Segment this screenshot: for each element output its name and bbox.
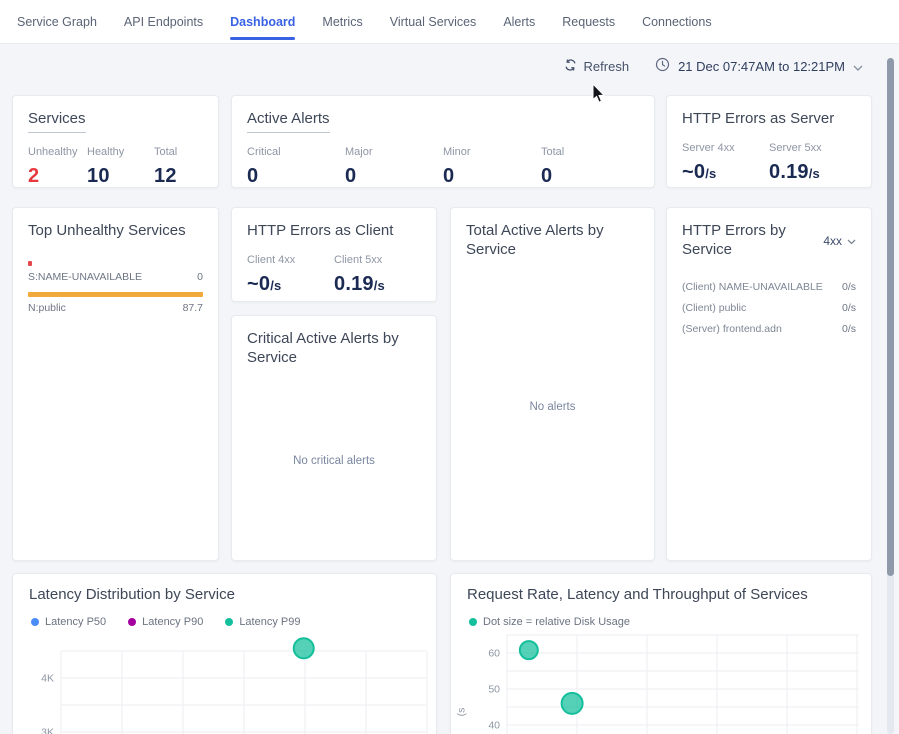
request-rate-card: Request Rate, Latency and Throughput of … — [450, 573, 872, 734]
scrollbar-thumb[interactable] — [887, 58, 894, 576]
http-errors-client-title: HTTP Errors as Client — [247, 222, 421, 241]
active-alerts-card-title[interactable]: Active Alerts — [247, 110, 330, 133]
stat-unhealthy: Unhealthy 2 — [28, 146, 87, 188]
request-chart-canvas: 60 50 40 — [451, 629, 873, 734]
stat-healthy: Healthy 10 — [87, 146, 154, 188]
table-row[interactable]: (Server) frontend.adn 0/s — [682, 319, 856, 340]
request-chart-title: Request Rate, Latency and Throughput of … — [451, 586, 871, 603]
clock-icon — [655, 57, 670, 75]
time-range-label: 21 Dec 07:47AM to 12:21PM — [678, 59, 845, 74]
y-axis-tick: 3K — [41, 727, 54, 734]
tab-service-graph[interactable]: Service Graph — [17, 0, 97, 43]
top-navigation: Service Graph API Endpoints Dashboard Me… — [0, 0, 899, 44]
legend-dot-icon — [31, 618, 39, 626]
tab-metrics[interactable]: Metrics — [322, 0, 362, 43]
http-errors-server-card: HTTP Errors as Server Server 4xx ~0/s Se… — [666, 95, 872, 188]
stat-critical: Critical 0 — [247, 146, 345, 188]
y-axis-tick: 40 — [488, 720, 500, 732]
time-range-picker[interactable]: 21 Dec 07:47AM to 12:21PM — [655, 57, 863, 75]
scatter-point[interactable] — [520, 641, 538, 659]
tab-alerts[interactable]: Alerts — [503, 0, 535, 43]
stat-total-services: Total 12 — [154, 146, 177, 188]
legend-item-p99[interactable]: Latency P99 — [225, 616, 300, 628]
total-alerts-title: Total Active Alerts by Service — [466, 222, 639, 260]
legend-dot-icon — [225, 618, 233, 626]
legend-dot-icon — [128, 618, 136, 626]
stat-client-5xx: Client 5xx 0.19/s — [334, 254, 421, 296]
legend-item-p90[interactable]: Latency P90 — [128, 616, 203, 628]
latency-distribution-card: Latency Distribution by Service Latency … — [12, 573, 437, 734]
services-card-title[interactable]: Services — [28, 110, 86, 133]
stat-major: Major 0 — [345, 146, 443, 188]
unhealthy-bar — [28, 292, 203, 297]
error-type-dropdown[interactable]: 4xx — [823, 234, 856, 248]
scatter-point[interactable] — [294, 638, 314, 658]
toolbar: Refresh 21 Dec 07:47AM to 12:21PM — [0, 48, 899, 84]
scatter-point[interactable] — [562, 693, 583, 714]
top-unhealthy-title: Top Unhealthy Services — [28, 222, 203, 241]
http-errors-by-service-title: HTTP Errors by Service — [682, 222, 804, 260]
critical-active-alerts-card: Critical Active Alerts by Service No cri… — [231, 315, 437, 561]
tab-api-endpoints[interactable]: API Endpoints — [124, 0, 203, 43]
chevron-down-icon — [847, 234, 856, 248]
refresh-button[interactable]: Refresh — [563, 58, 630, 75]
tab-connections[interactable]: Connections — [642, 0, 712, 43]
mouse-cursor — [592, 84, 606, 104]
stat-total-alerts: Total 0 — [541, 146, 639, 188]
unhealthy-bar — [28, 261, 32, 266]
refresh-icon — [563, 58, 577, 75]
latency-chart-title: Latency Distribution by Service — [13, 586, 436, 603]
stat-server-4xx: Server 4xx ~0/s — [682, 142, 769, 184]
latency-chart-canvas: 4K 3K — [13, 629, 438, 734]
list-item[interactable]: S:NAME-UNAVAILABLE 0 — [28, 271, 203, 283]
request-chart-legend: Dot size = relative Disk Usage — [469, 616, 630, 628]
http-errors-by-service-card: HTTP Errors by Service 4xx (Client) NAME… — [666, 207, 872, 561]
tab-virtual-services[interactable]: Virtual Services — [390, 0, 477, 43]
chevron-down-icon — [853, 59, 863, 74]
table-row[interactable]: (Client) public 0/s — [682, 298, 856, 319]
no-critical-alerts-text: No critical alerts — [232, 455, 436, 467]
tab-requests[interactable]: Requests — [562, 0, 615, 43]
refresh-label: Refresh — [584, 59, 630, 74]
tab-dashboard[interactable]: Dashboard — [230, 0, 295, 43]
latency-chart-legend: Latency P50 Latency P90 Latency P99 — [31, 616, 300, 628]
stat-client-4xx: Client 4xx ~0/s — [247, 254, 334, 296]
unhealthy-services-list: S:NAME-UNAVAILABLE 0 N:public 87.7 — [28, 261, 203, 314]
y-axis-tick: 50 — [488, 684, 500, 696]
total-active-alerts-card: Total Active Alerts by Service No alerts — [450, 207, 655, 561]
legend-item-p50[interactable]: Latency P50 — [31, 616, 106, 628]
table-row[interactable]: (Client) NAME-UNAVAILABLE 0/s — [682, 277, 856, 298]
y-axis-tick: 4K — [41, 673, 54, 685]
top-unhealthy-services-card: Top Unhealthy Services S:NAME-UNAVAILABL… — [12, 207, 219, 561]
list-item[interactable]: N:public 87.7 — [28, 302, 203, 314]
stat-minor: Minor 0 — [443, 146, 541, 188]
http-errors-client-card: HTTP Errors as Client Client 4xx ~0/s Cl… — [231, 207, 437, 302]
stat-server-5xx: Server 5xx 0.19/s — [769, 142, 856, 184]
legend-dot-icon — [469, 618, 477, 626]
y-axis-tick: 60 — [488, 648, 500, 660]
active-alerts-card: Active Alerts Critical 0 Major 0 Minor 0… — [231, 95, 655, 188]
http-errors-server-title: HTTP Errors as Server — [682, 110, 856, 129]
services-card: Services Unhealthy 2 Healthy 10 Total 12 — [12, 95, 219, 188]
no-alerts-text: No alerts — [451, 401, 654, 413]
legend-item-disk-usage: Dot size = relative Disk Usage — [469, 616, 630, 628]
critical-alerts-title: Critical Active Alerts by Service — [247, 330, 421, 368]
